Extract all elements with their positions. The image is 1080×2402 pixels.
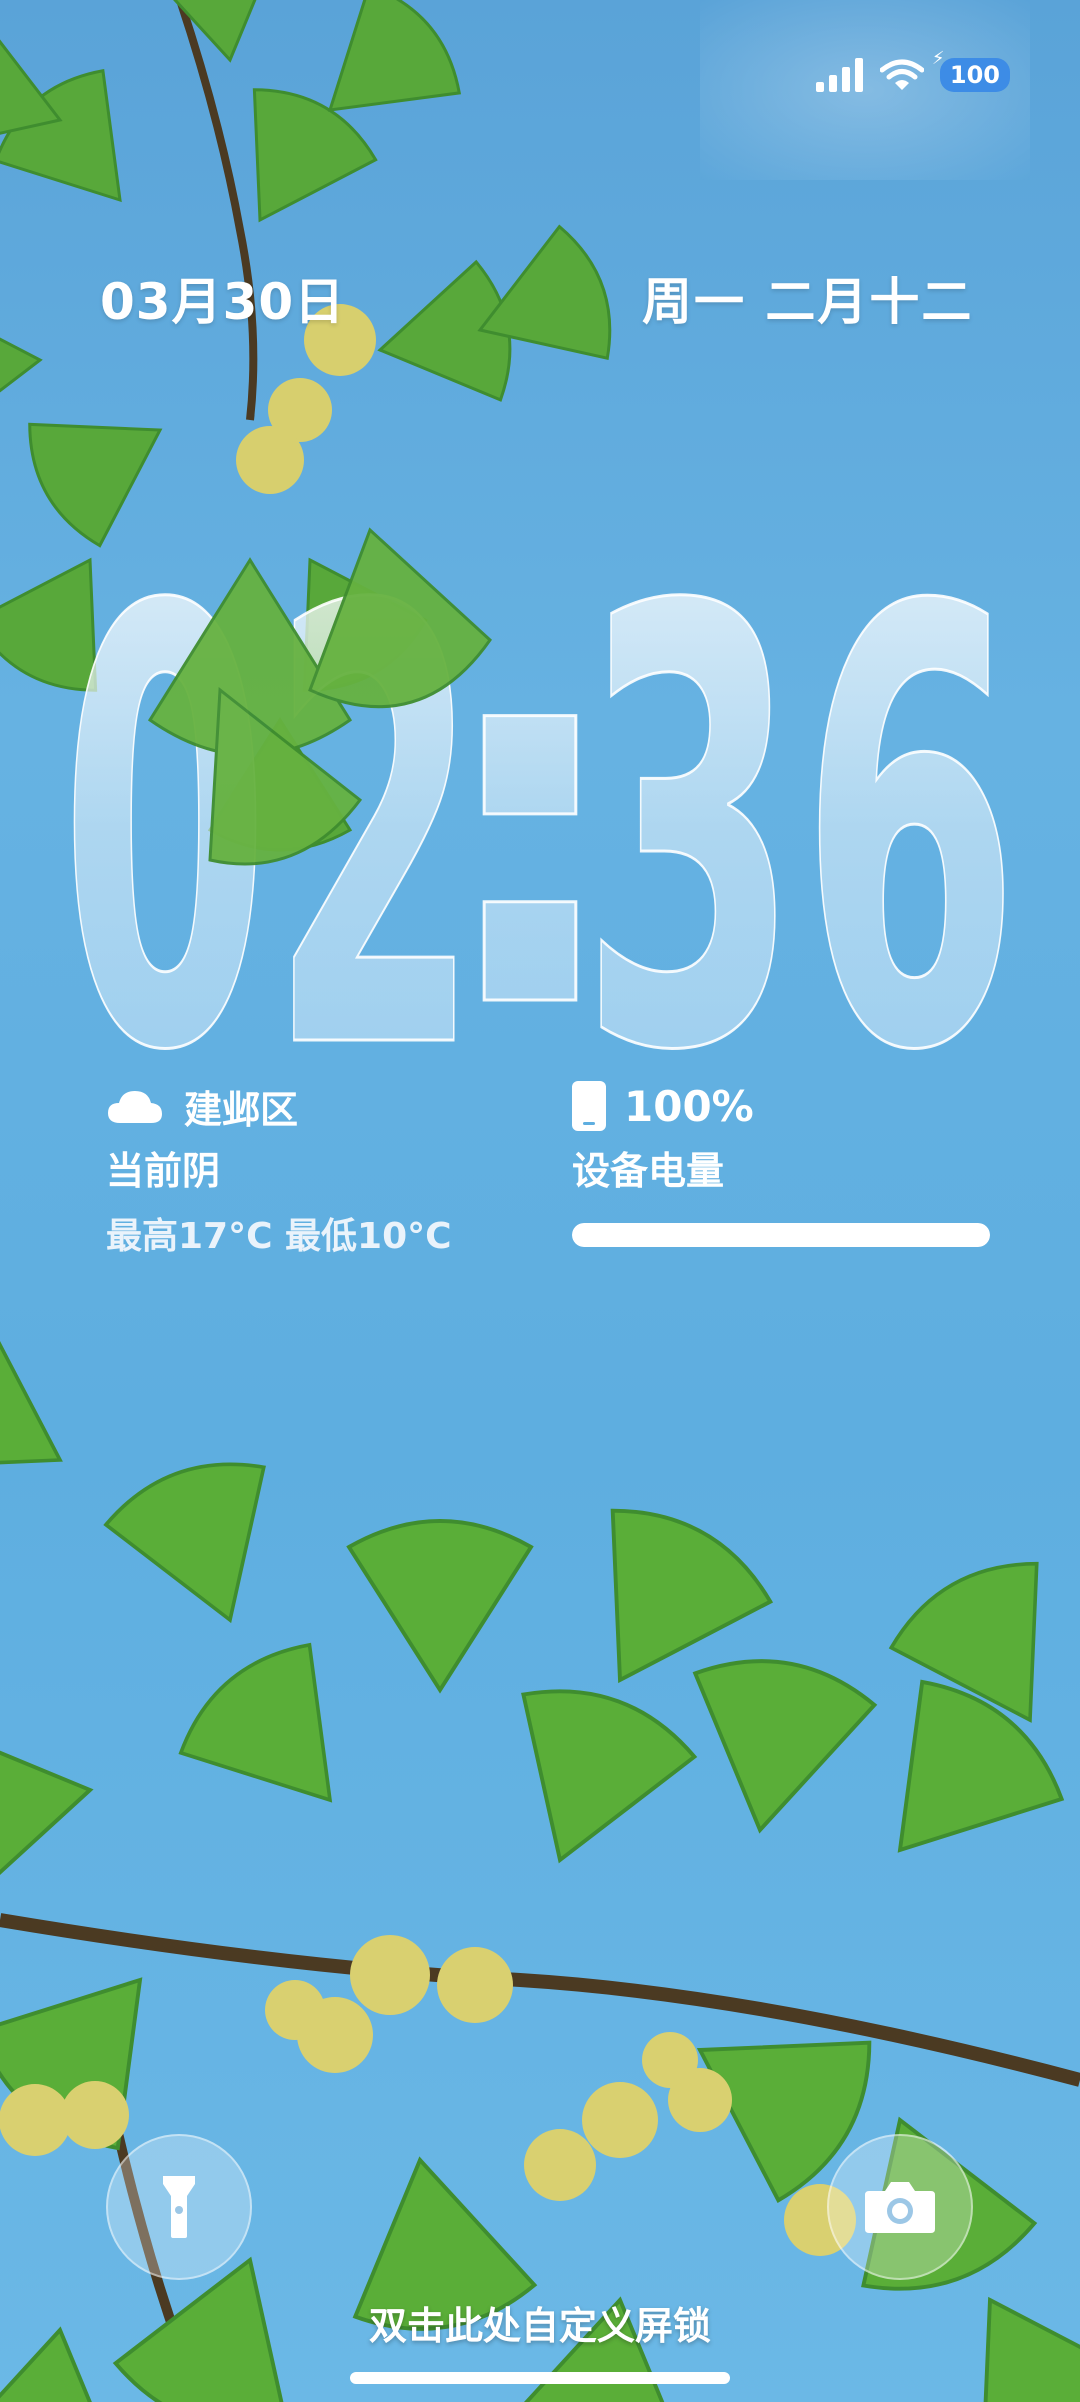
weather-temp-range: 最高17°C 最低10°C [106,1216,452,1257]
weather-widget[interactable]: 建邺区 当前阴 最高17°C 最低10°C [106,1080,526,1259]
flashlight-button[interactable] [106,2134,252,2280]
battery-icon: ⚡ 100 [932,48,1010,92]
customize-lockscreen-hint[interactable]: 双击此处自定义屏锁 [0,2295,1080,2350]
home-indicator[interactable] [350,2372,730,2384]
battery-percent: 100% [624,1081,754,1131]
battery-widget[interactable]: 100% 设备电量 [572,1080,992,1247]
clock: 02 : 36 [60,482,1020,1061]
weather-condition: 当前阴 [106,1149,221,1193]
battery-level-text: 100 [949,61,1000,89]
charging-icon: ⚡ [931,48,945,69]
signal-icon [815,58,863,92]
weather-location: 建邺区 [184,1087,299,1132]
battery-row: 100% [572,1080,992,1132]
cloud-icon [108,1091,162,1123]
camera-button[interactable] [827,2134,973,2280]
phone-icon [572,1081,606,1131]
battery-label: 设备电量 [572,1149,725,1193]
clock-minutes: 36 [580,483,1020,1060]
weather-location-row: 建邺区 [106,1080,526,1132]
battery-progress-fill [572,1223,990,1247]
clock-hours: 02 [60,483,480,1060]
status-bar: ⚡ 100 [815,48,1010,98]
battery-progress-bar [572,1223,990,1247]
wifi-icon [879,59,924,90]
flashlight-icon [163,2176,195,2238]
camera-icon [865,2182,935,2233]
